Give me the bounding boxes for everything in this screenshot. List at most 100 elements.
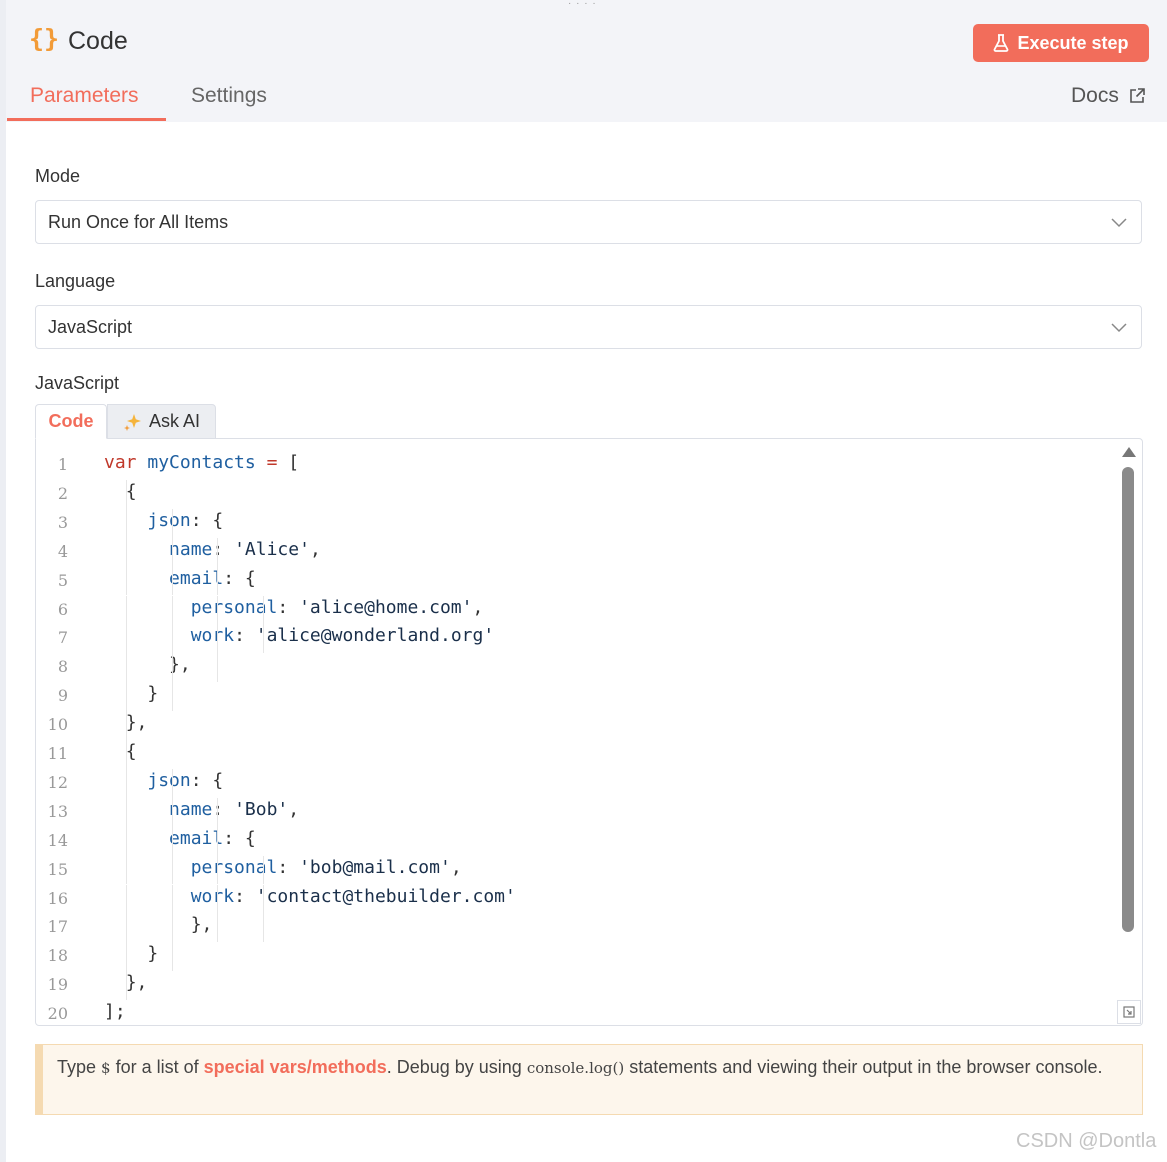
indent-guide [171, 508, 173, 538]
code-editor[interactable]: 1var myContacts = [2 {3 json: {4 name: '… [35, 438, 1143, 1026]
line-number: 17 [47, 917, 68, 937]
indent-guide [217, 797, 218, 827]
chevron-down-icon [1111, 218, 1127, 228]
code-text: personal: 'bob@mail.com', [190, 856, 462, 878]
indent-guide [217, 826, 218, 856]
code-text: ]; [104, 1001, 126, 1023]
code-line[interactable]: 10 }, [36, 711, 1116, 740]
scroll-up-arrow-icon[interactable] [1122, 447, 1136, 457]
code-line[interactable]: 7 work: 'alice@wonderland.org' [36, 624, 1116, 653]
notice-code: console.log() [526, 1059, 625, 1077]
code-line[interactable]: 14 email: { [36, 827, 1116, 856]
tab-code[interactable]: Code [35, 404, 107, 439]
special-vars-link[interactable]: special vars/methods [204, 1057, 387, 1077]
code-line[interactable]: 12 json: { [36, 769, 1116, 798]
sparkles-icon [123, 413, 141, 431]
line-number: 10 [47, 715, 68, 735]
code-line[interactable]: 17 }, [36, 913, 1116, 942]
line-number: 18 [47, 946, 68, 966]
indent-guide [217, 855, 218, 885]
code-text: { [125, 480, 137, 502]
mode-value: Run Once for All Items [48, 212, 229, 232]
code-line[interactable]: 9 } [36, 682, 1116, 711]
tab-parameters[interactable]: Parameters [30, 84, 139, 108]
code-line[interactable]: 5 email: { [36, 567, 1116, 596]
indent-guide [171, 913, 173, 943]
mode-label: Mode [35, 166, 81, 186]
notice-text: . Debug by using [386, 1057, 527, 1077]
scrollbar-thumb[interactable] [1122, 467, 1134, 932]
line-number: 14 [47, 830, 68, 850]
code-line[interactable]: 13 name: 'Bob', [36, 798, 1116, 827]
code-line[interactable]: 16 work: 'contact@thebuilder.com' [36, 885, 1116, 914]
code-line[interactable]: 8 }, [36, 653, 1116, 682]
drag-handle[interactable]: · · · · [568, 0, 597, 9]
indent-guide [126, 768, 127, 798]
code-text: json: { [147, 509, 224, 531]
watermark: CSDN @Dontla [1016, 1130, 1157, 1152]
mode-select[interactable]: Run Once for All Items [35, 200, 1142, 244]
code-line[interactable]: 1 var myContacts = [ [36, 451, 1116, 480]
line-number: 4 [57, 541, 68, 561]
indent-guide [126, 653, 127, 683]
code-line[interactable]: 3 json: { [36, 509, 1116, 538]
line-number: 16 [47, 888, 68, 908]
code-text: work: 'contact@thebuilder.com' [190, 885, 516, 907]
line-number: 11 [47, 744, 68, 763]
indent-guide [171, 682, 173, 712]
code-text: { [125, 741, 137, 762]
flask-icon [994, 34, 1009, 52]
code-line[interactable]: 11 { [36, 740, 1116, 769]
line-number: 1 [57, 455, 68, 474]
line-number: 3 [57, 512, 68, 532]
scrollbar[interactable] [1120, 447, 1136, 1007]
tab-settings[interactable]: Settings [191, 84, 267, 108]
indent-guide [171, 797, 173, 827]
execute-step-button[interactable]: Execute step [973, 24, 1149, 62]
panel-edge [0, 0, 6, 1162]
indent-guide [262, 624, 264, 654]
indent-guide [126, 566, 127, 596]
language-select[interactable]: JavaScript [35, 305, 1142, 349]
notice-text: statements and viewing their output in t… [624, 1057, 1103, 1077]
indent-guide [126, 479, 127, 509]
indent-guide [126, 942, 127, 972]
line-number: 2 [57, 483, 68, 503]
line-number: 8 [57, 657, 68, 677]
code-line[interactable]: 19 }, [36, 971, 1116, 1000]
indent-guide [126, 537, 127, 567]
line-number: 13 [47, 801, 68, 821]
tab-ask-ai[interactable]: Ask AI [107, 404, 216, 439]
indent-guide [171, 653, 173, 683]
code-text: }, [169, 654, 191, 676]
notice-text: for a list of [110, 1057, 204, 1077]
code-text: }, [190, 914, 213, 936]
indent-guide [126, 855, 127, 885]
indent-guide [126, 740, 127, 769]
indent-guide [171, 595, 173, 625]
code-line[interactable]: 20]; [36, 1000, 1116, 1025]
resize-icon [1123, 1006, 1135, 1018]
indent-guide [217, 595, 218, 625]
indent-guide [217, 884, 218, 914]
braces-icon: {} [29, 24, 60, 53]
line-number: 20 [47, 1004, 68, 1024]
code-line[interactable]: 4 name: 'Alice', [36, 538, 1116, 567]
execute-step-label: Execute step [1017, 32, 1129, 53]
indent-guide [126, 971, 127, 1001]
indent-guide [171, 537, 173, 567]
indent-guide [126, 595, 127, 625]
indent-guide [262, 913, 264, 943]
indent-guide [171, 566, 173, 596]
indent-guide [126, 884, 127, 914]
code-line[interactable]: 6 personal: 'alice@home.com', [36, 596, 1116, 625]
code-line[interactable]: 2 { [36, 480, 1116, 509]
indent-guide [126, 682, 127, 712]
expand-editor-icon[interactable] [1117, 1000, 1141, 1024]
indent-guide [126, 913, 127, 943]
indent-guide [171, 624, 173, 654]
code-line[interactable]: 15 personal: 'bob@mail.com', [36, 856, 1116, 885]
code-line[interactable]: 18 } [36, 942, 1116, 971]
docs-link[interactable]: Docs [1071, 84, 1145, 108]
indent-guide [262, 855, 264, 885]
